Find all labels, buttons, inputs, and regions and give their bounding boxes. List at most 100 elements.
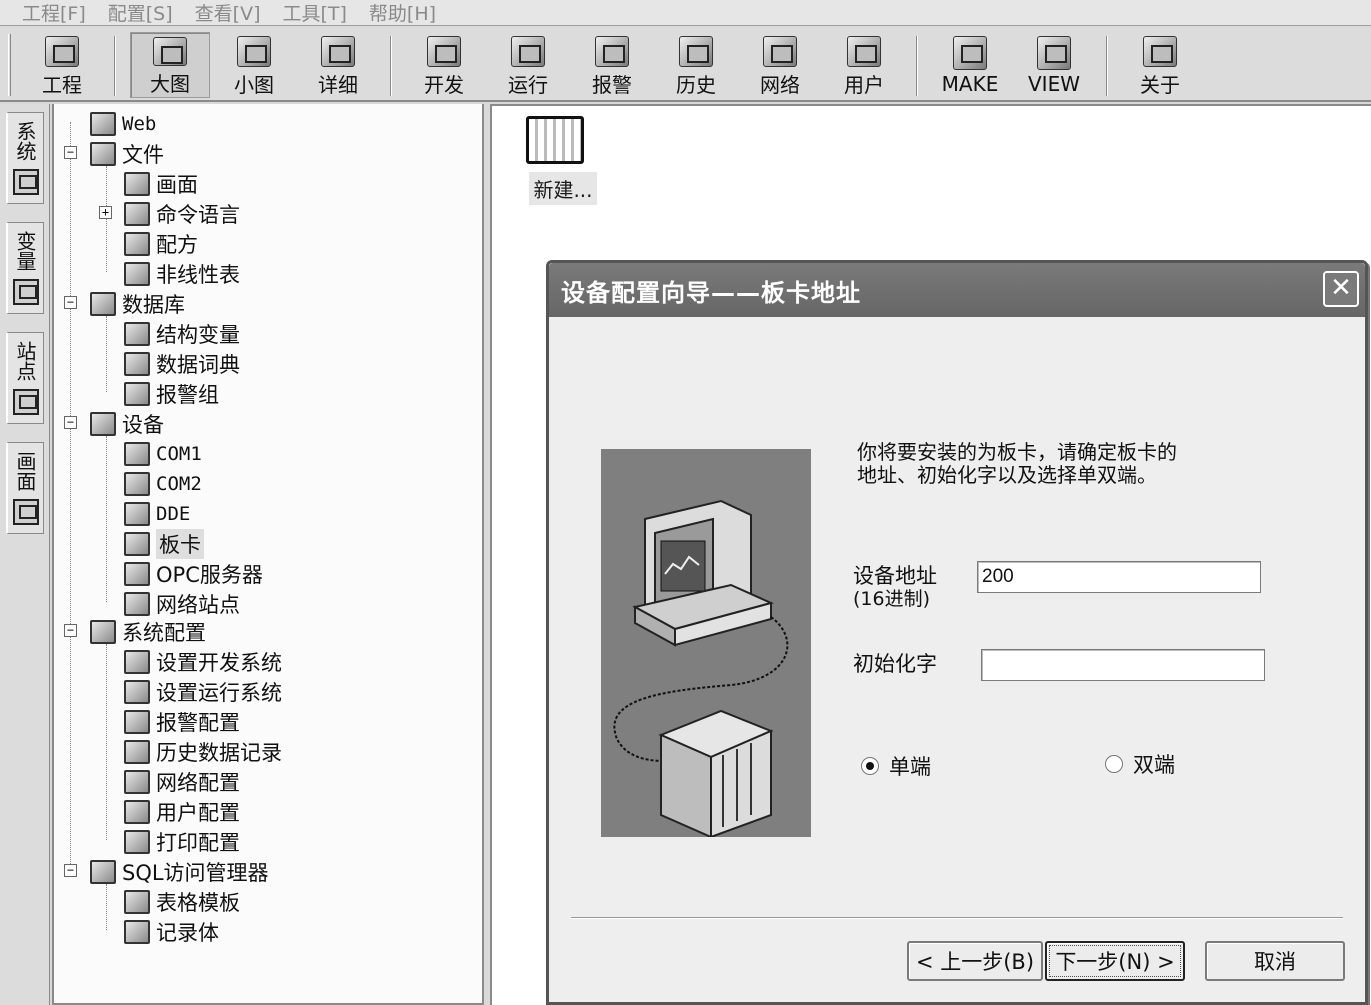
tree-item-devices[interactable]: 设备 xyxy=(90,410,164,438)
close-icon: ✕ xyxy=(1330,273,1352,303)
menu-view[interactable]: 查看[V] xyxy=(195,0,261,26)
collapse-toggle[interactable]: − xyxy=(64,146,77,159)
collapse-toggle[interactable]: − xyxy=(64,296,77,309)
menu-help[interactable]: 帮助[H] xyxy=(369,0,436,26)
toolbar-view-button[interactable]: VIEW xyxy=(1014,32,1094,98)
tree-item-nonlinear-table[interactable]: 非线性表 xyxy=(124,260,240,288)
tree-item-struct-variables[interactable]: 结构变量 xyxy=(124,320,240,348)
side-tab-label: 变量 xyxy=(13,231,37,271)
collapse-toggle[interactable]: − xyxy=(64,864,77,877)
screen-icon xyxy=(124,172,150,196)
tree-item-print-config[interactable]: 打印配置 xyxy=(124,828,240,856)
tree-label: 报警组 xyxy=(156,383,219,407)
side-tab-system[interactable]: 系统 xyxy=(6,112,44,204)
cancel-button[interactable]: 取消 xyxy=(1205,941,1345,981)
device-address-input[interactable] xyxy=(977,561,1261,593)
instruction-line: 地址、初始化字以及选择单双端。 xyxy=(857,463,1157,487)
dialog-title-bar[interactable]: 设备配置向导——板卡地址 ✕ xyxy=(549,263,1365,317)
wizard-instructions: 你将要安装的为板卡，请确定板卡的 地址、初始化字以及选择单双端。 xyxy=(857,441,1247,487)
menu-tools[interactable]: 工具[T] xyxy=(282,0,346,26)
toolbar-details-button[interactable]: 详细 xyxy=(298,32,378,98)
tree-item-database[interactable]: 数据库 xyxy=(90,290,185,318)
single-ended-radio[interactable]: 单端 xyxy=(861,751,931,781)
init-word-input[interactable] xyxy=(981,649,1265,681)
side-tab-stations[interactable]: 站点 xyxy=(6,332,44,424)
toolbar-separator xyxy=(114,36,116,96)
table-icon xyxy=(124,262,150,286)
toolbar-run-button[interactable]: 运行 xyxy=(488,32,568,98)
toolbar-large-icons-button[interactable]: 大图 xyxy=(130,32,210,98)
tree-item-network-station[interactable]: 网络站点 xyxy=(124,590,240,618)
tree-item-run-system-settings[interactable]: 设置运行系统 xyxy=(124,678,282,706)
tree-item-alarm-group[interactable]: 报警组 xyxy=(124,380,219,408)
radio-selected-icon xyxy=(861,757,879,775)
toolbar-history-button[interactable]: 历史 xyxy=(656,32,736,98)
tree-label: 命令语言 xyxy=(156,203,240,227)
tree-label: 设备 xyxy=(122,413,164,437)
tree-item-alarm-config[interactable]: 报警配置 xyxy=(124,708,240,736)
toolbar-develop-button[interactable]: 开发 xyxy=(404,32,484,98)
next-button[interactable]: 下一步(N) > xyxy=(1045,941,1185,981)
menu-project[interactable]: 工程[F] xyxy=(22,0,86,26)
tree-label: COM1 xyxy=(156,443,202,465)
double-ended-radio[interactable]: 双端 xyxy=(1105,749,1175,779)
tree-item-screens[interactable]: 画面 xyxy=(124,170,198,198)
tree-item-history-recording[interactable]: 历史数据记录 xyxy=(124,738,282,766)
tree-item-user-config[interactable]: 用户配置 xyxy=(124,798,240,826)
stations-icon xyxy=(12,389,39,415)
dde-icon xyxy=(124,502,150,526)
tree-item-dev-system-settings[interactable]: 设置开发系统 xyxy=(124,648,282,676)
collapse-toggle[interactable]: − xyxy=(64,416,77,429)
tree-connector xyxy=(70,122,71,874)
toolbar-alarm-button[interactable]: 报警 xyxy=(572,32,652,98)
computer-and-device-icon xyxy=(613,499,789,839)
side-tab-variables[interactable]: 变量 xyxy=(6,222,44,314)
tree-item-record-body[interactable]: 记录体 xyxy=(124,918,219,946)
radio-unselected-icon xyxy=(1105,755,1123,773)
collapse-toggle[interactable]: − xyxy=(64,624,77,637)
small-icons-icon xyxy=(237,36,271,67)
database-icon xyxy=(90,292,116,316)
tree-item-sql-manager[interactable]: SQL访问管理器 xyxy=(90,858,269,886)
tree-item-table-template[interactable]: 表格模板 xyxy=(124,888,240,916)
tree-item-web[interactable]: Web xyxy=(90,110,156,138)
tree-label: 数据词典 xyxy=(156,353,240,377)
tree-item-com2[interactable]: COM2 xyxy=(124,470,202,498)
variables-icon xyxy=(12,279,39,305)
toolbar-make-button[interactable]: MAKE xyxy=(930,32,1010,98)
tree-item-network-config[interactable]: 网络配置 xyxy=(124,768,240,796)
menu-config[interactable]: 配置[S] xyxy=(108,0,173,26)
tree-item-com1[interactable]: COM1 xyxy=(124,440,202,468)
toolbar-user-button[interactable]: 用户 xyxy=(824,32,904,98)
network-station-icon xyxy=(124,592,150,616)
prev-button[interactable]: < 上一步(B) xyxy=(907,941,1043,981)
tree-item-dde[interactable]: DDE xyxy=(124,500,190,528)
new-board-item[interactable]: 新建... xyxy=(518,116,608,205)
new-item-label: 新建... xyxy=(529,172,597,205)
tree-item-board[interactable]: 板卡 xyxy=(124,529,204,559)
history-icon xyxy=(679,36,713,67)
tree-item-system-config[interactable]: 系统配置 xyxy=(90,618,206,646)
toolbar-about-button[interactable]: 关于 xyxy=(1120,32,1200,98)
tree-item-opc-server[interactable]: OPC服务器 xyxy=(124,560,263,588)
tree-item-command-language[interactable]: 命令语言 xyxy=(124,200,240,228)
tree-item-data-dictionary[interactable]: 数据词典 xyxy=(124,350,240,378)
tree-connector xyxy=(106,436,107,602)
device-config-wizard-dialog: 设备配置向导——板卡地址 ✕ 你将要安装的为板卡，请确定板卡的 地址、初始化字以… xyxy=(546,260,1368,1005)
tree-label: SQL访问管理器 xyxy=(122,861,269,885)
side-tab-screens[interactable]: 画面 xyxy=(6,442,44,534)
toolbar-project-button[interactable]: 工程 xyxy=(22,32,102,98)
toolbar-network-button[interactable]: 网络 xyxy=(740,32,820,98)
toolbar-label: 详细 xyxy=(318,73,358,97)
tree-label: OPC服务器 xyxy=(156,563,263,587)
toolbar-small-icons-button[interactable]: 小图 xyxy=(214,32,294,98)
tree-item-recipes[interactable]: 配方 xyxy=(124,230,198,258)
close-button[interactable]: ✕ xyxy=(1323,271,1359,307)
project-tree: Web − 文件 画面 + 命令语言 配方 非线性表 − 数据库 结构变量 数据… xyxy=(52,104,484,1005)
expand-toggle[interactable]: + xyxy=(99,206,112,219)
tree-item-files[interactable]: 文件 xyxy=(90,140,164,168)
alarm-icon xyxy=(595,36,629,67)
record-icon xyxy=(124,920,150,944)
toolbar-label: 关于 xyxy=(1140,73,1180,97)
toolbar-grip[interactable] xyxy=(8,34,11,96)
